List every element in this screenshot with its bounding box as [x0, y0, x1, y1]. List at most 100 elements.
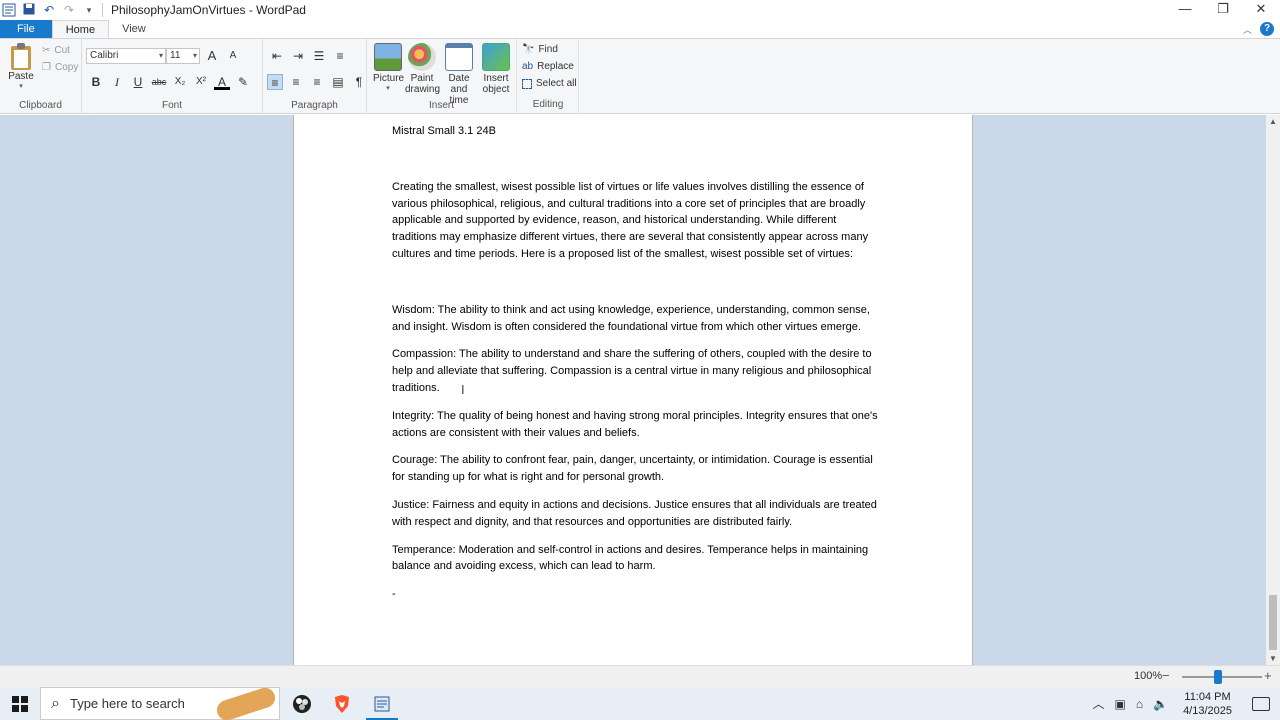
- collapse-ribbon-icon[interactable]: ︿: [1243, 23, 1252, 36]
- select-all-label: Select all: [536, 78, 577, 89]
- chevron-down-icon: ▾: [158, 51, 163, 60]
- restore-button[interactable]: ❐: [1204, 0, 1242, 20]
- select-all-button[interactable]: Select all: [522, 78, 577, 89]
- underline-icon[interactable]: U: [130, 74, 146, 90]
- obs-icon: [293, 694, 311, 713]
- justify-icon[interactable]: ▤: [330, 74, 346, 90]
- document-area[interactable]: Mistral Small 3.1 24B Creating the small…: [0, 115, 1266, 665]
- zoom-out-button[interactable]: −: [1162, 668, 1170, 683]
- virtue-paragraph: Courage: The ability to confront fear, p…: [392, 454, 873, 484]
- taskbar-app-obs[interactable]: [282, 687, 322, 720]
- font-format-buttons: B I U abc X₂ X² A ✎: [88, 74, 251, 90]
- clock-date: 4/13/2025: [1183, 704, 1232, 717]
- paint-icon: [408, 43, 436, 71]
- ribbon-tabs: File Home View: [0, 20, 1280, 38]
- network-icon[interactable]: ⌂: [1136, 697, 1143, 711]
- insert-object-button[interactable]: Insert object: [479, 43, 513, 95]
- taskbar-app-brave[interactable]: [322, 687, 362, 720]
- start-button[interactable]: [0, 687, 40, 720]
- virtue-paragraph: Wisdom: The ability to think and act usi…: [392, 303, 870, 333]
- document-text[interactable]: Mistral Small 3.1 24B Creating the small…: [392, 123, 882, 603]
- scroll-down-icon[interactable]: ▼: [1266, 654, 1280, 663]
- zoom-slider-track[interactable]: [1182, 676, 1262, 678]
- zoom-in-button[interactable]: +: [1264, 668, 1272, 683]
- grow-font-icon[interactable]: A: [204, 48, 220, 64]
- replace-button[interactable]: ab Replace: [522, 61, 574, 72]
- font-size-select[interactable]: 11 ▾: [166, 48, 200, 64]
- find-label: Find: [538, 44, 558, 55]
- tab-view[interactable]: View: [109, 20, 159, 38]
- taskbar-app-wordpad[interactable]: [362, 687, 402, 720]
- editing-group-label: Editing: [532, 99, 564, 110]
- copy-button[interactable]: ❐ Copy: [42, 62, 78, 73]
- paragraph-settings-icon[interactable]: ¶: [351, 74, 367, 90]
- volume-icon[interactable]: 🔈: [1153, 697, 1168, 711]
- bold-icon[interactable]: B: [88, 74, 104, 90]
- list-icon[interactable]: ☰: [311, 48, 327, 64]
- object-icon: [482, 43, 510, 71]
- notification-icon[interactable]: [1252, 696, 1270, 711]
- undo-icon[interactable]: ↶: [42, 3, 56, 17]
- cut-button[interactable]: ✂ Cut: [42, 45, 70, 56]
- customize-qa-icon[interactable]: ▾: [82, 5, 96, 16]
- copy-label: Copy: [54, 62, 79, 73]
- line-spacing-icon[interactable]: ≡: [332, 48, 348, 64]
- clipboard-group-label: Clipboard: [19, 100, 62, 111]
- object-label-line1: Insert: [483, 73, 509, 84]
- virtue-paragraph: Justice: Fairness and equity in actions …: [392, 498, 877, 528]
- increase-indent-icon[interactable]: ⇥: [290, 48, 306, 64]
- save-icon[interactable]: [22, 3, 36, 18]
- align-right-icon[interactable]: ≡: [309, 74, 325, 90]
- window-title: PhilosophyJamOnVirtues - WordPad: [111, 3, 306, 17]
- quick-access-toolbar: ↶ ↷ ▾: [22, 3, 103, 18]
- clipboard-group: Paste ▾ ✂ Cut ❐ Copy Clipboard: [0, 39, 82, 114]
- text-cursor-icon: I: [461, 382, 465, 397]
- redo-icon[interactable]: ↷: [62, 3, 76, 17]
- subscript-icon[interactable]: X₂: [172, 74, 188, 90]
- picture-button[interactable]: Picture ▾: [373, 43, 405, 92]
- italic-icon[interactable]: I: [109, 74, 125, 90]
- picture-label: Picture: [373, 73, 405, 84]
- paste-button[interactable]: Paste ▾: [6, 43, 36, 90]
- device-icon[interactable]: ▣: [1115, 697, 1126, 711]
- object-label-line2: object: [482, 84, 510, 95]
- decrease-indent-icon[interactable]: ⇤: [269, 48, 285, 64]
- paste-label: Paste: [8, 71, 34, 82]
- minimize-button[interactable]: —: [1166, 0, 1204, 20]
- font-family-select[interactable]: Calibri ▾: [86, 48, 166, 64]
- binoculars-icon: 🔭: [522, 44, 535, 55]
- font-group: Calibri ▾ 11 ▾ A A B I U abc X₂ X² A ✎ F…: [82, 39, 263, 114]
- paint-drawing-button[interactable]: Paint drawing: [405, 43, 440, 95]
- zoom-slider-thumb[interactable]: [1214, 670, 1222, 684]
- wordpad-app-icon[interactable]: [2, 3, 16, 17]
- scissors-icon: ✂: [42, 45, 51, 56]
- taskbar-clock[interactable]: 11:04 PM 4/13/2025: [1183, 690, 1232, 718]
- highlight-icon[interactable]: ✎: [235, 74, 251, 90]
- tab-file[interactable]: File: [0, 20, 52, 38]
- strikethrough-icon[interactable]: abc: [151, 74, 167, 90]
- font-color-icon[interactable]: A: [214, 74, 230, 90]
- replace-icon: ab: [522, 61, 534, 72]
- ribbon-right-controls: ︿ ?: [1243, 20, 1274, 38]
- clock-time: 11:04 PM: [1184, 690, 1231, 703]
- align-center-icon[interactable]: ≡: [288, 74, 304, 90]
- vertical-scrollbar[interactable]: ▲ ▼: [1266, 115, 1280, 665]
- tab-home[interactable]: Home: [51, 20, 110, 38]
- find-button[interactable]: 🔭 Find: [522, 44, 558, 55]
- scroll-thumb[interactable]: [1269, 595, 1277, 650]
- help-icon[interactable]: ?: [1260, 22, 1274, 36]
- virtue-paragraph: Temperance: Moderation and self-control …: [392, 543, 869, 573]
- align-left-icon[interactable]: ≡: [267, 74, 283, 90]
- shrink-font-icon[interactable]: A: [225, 48, 241, 64]
- zoom-level: 100%: [1134, 670, 1163, 682]
- superscript-icon[interactable]: X²: [193, 74, 209, 90]
- virtue-paragraph: Integrity: The quality of being honest a…: [392, 409, 878, 439]
- paint-label-line1: Paint: [410, 73, 434, 84]
- date-label-line1: Date and: [448, 73, 470, 95]
- doc-intro: Creating the smallest, wisest possible l…: [392, 180, 869, 260]
- date-time-button[interactable]: Date and time: [439, 43, 479, 106]
- document-page[interactable]: Mistral Small 3.1 24B Creating the small…: [293, 115, 973, 665]
- scroll-up-icon[interactable]: ▲: [1266, 117, 1280, 126]
- close-button[interactable]: ✕: [1242, 0, 1280, 20]
- show-hidden-icons-icon[interactable]: ︿: [1093, 695, 1105, 712]
